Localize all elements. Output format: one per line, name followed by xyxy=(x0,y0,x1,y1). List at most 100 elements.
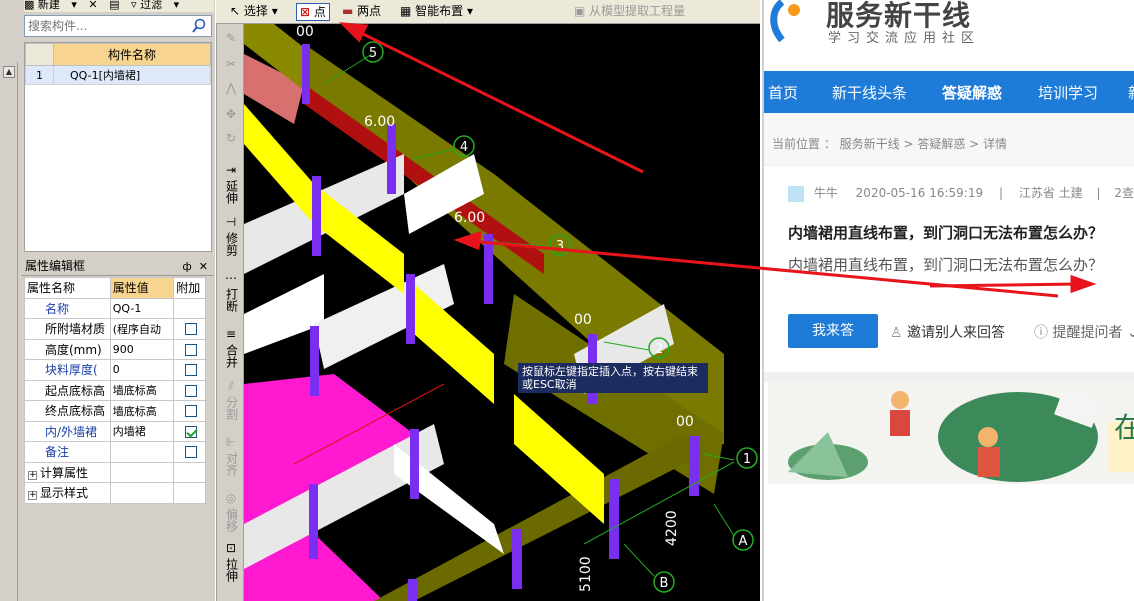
move-icon[interactable]: ✥ xyxy=(220,108,242,121)
property-value[interactable]: 900 xyxy=(109,338,175,360)
extra-checkbox[interactable] xyxy=(184,343,197,356)
property-row[interactable]: 起点底标高 墙底标高 xyxy=(24,379,206,401)
extra-cell xyxy=(173,318,206,340)
two-points-tool[interactable]: ▬ 两点 xyxy=(342,3,381,21)
rotate-icon[interactable]: ↻ xyxy=(220,132,242,145)
group-label[interactable]: + 计算属性 xyxy=(24,461,111,483)
property-row[interactable]: 所附墙材质 (程序自动 xyxy=(24,318,206,340)
dimension-text: 4200 xyxy=(664,510,680,546)
trim-tool[interactable]: ⊣ 修剪 xyxy=(220,216,242,259)
extra-checkbox[interactable] xyxy=(184,446,197,459)
merge-tool[interactable]: ≡ 合并 xyxy=(220,328,242,371)
dim-label: 6.00 xyxy=(454,210,485,226)
property-row[interactable]: 内/外墙裙 内墙裙 xyxy=(24,420,206,442)
align-tool[interactable]: ⊩ 对齐 xyxy=(220,436,242,479)
empty-cell xyxy=(109,461,175,483)
extra-checkbox[interactable] xyxy=(184,384,197,397)
extra-checkbox[interactable] xyxy=(184,364,197,377)
extra-cell xyxy=(173,359,206,381)
offset-tool[interactable]: ◎ 偏移 xyxy=(220,492,242,535)
search-input[interactable] xyxy=(28,17,188,35)
axis-label: 1 xyxy=(743,452,751,467)
axis-label: 2 xyxy=(655,342,663,357)
property-name: 起点底标高 xyxy=(24,379,111,401)
promo-banner[interactable]: 在 xyxy=(768,382,1134,484)
extra-cell xyxy=(173,420,206,442)
stretch-tool[interactable]: ⊡ 拉伸 xyxy=(220,542,242,585)
break-tool[interactable]: ⋯ 打断 xyxy=(220,272,242,315)
copy-icon[interactable]: ▤ xyxy=(109,0,119,11)
nav-qa[interactable]: 答疑解惑 xyxy=(942,82,1002,103)
group-label[interactable]: + 显示样式 xyxy=(24,482,111,504)
group-row-display[interactable]: + 显示样式 xyxy=(24,482,206,504)
property-row[interactable]: 备注 xyxy=(24,441,206,463)
point-tool[interactable]: ⊠ 点 xyxy=(296,3,330,21)
collapse-up-icon[interactable]: ▲ xyxy=(3,66,15,78)
avatar[interactable] xyxy=(788,185,804,202)
extra-checkbox[interactable] xyxy=(184,425,197,438)
property-value[interactable]: QQ-1 xyxy=(109,297,175,319)
brush-icon[interactable]: ✎ xyxy=(220,32,242,45)
scissors-icon[interactable]: ✂ xyxy=(220,58,242,71)
component-name-cell[interactable]: QQ-1[内墙裙] xyxy=(53,65,211,85)
component-search[interactable] xyxy=(24,15,212,37)
property-row[interactable]: 高度(mm) 900 xyxy=(24,338,206,360)
delete-icon[interactable]: ✕ xyxy=(88,0,97,11)
prop-extra-header: 附加 xyxy=(173,277,206,299)
invite-button[interactable]: ♙ 邀请别人来回答 xyxy=(890,322,1005,342)
property-value[interactable]: 墙底标高 xyxy=(109,379,175,401)
pin-icon[interactable]: ф xyxy=(182,260,191,273)
empty-cell xyxy=(109,482,175,504)
new-button[interactable]: ▩ 新建 ▾ xyxy=(24,0,77,11)
close-icon[interactable]: ✕ xyxy=(199,260,208,273)
property-value[interactable] xyxy=(109,441,175,463)
property-row[interactable]: 终点底标高 墙底标高 xyxy=(24,400,206,422)
property-row[interactable]: 名称 QQ-1 xyxy=(24,297,206,319)
extend-tool[interactable]: ⇥ 延伸 xyxy=(220,164,242,207)
filter-button[interactable]: ▿ 过滤 ▾ xyxy=(131,0,179,11)
row-number: 1 xyxy=(25,65,54,85)
expand-icon[interactable]: + xyxy=(28,491,37,501)
screen: ▩ 新建 ▾ ✕ ▤ ▿ 过滤 ▾ ▲ 构件名称 1 QQ-1[内墙裙] 属性编… xyxy=(0,0,1134,601)
logo-icon xyxy=(770,0,800,43)
dim-label: 00 xyxy=(574,312,592,328)
model-viewport[interactable]: 5 4 3 2 1 A B 00 6.00 6.00 00 00 4200 51… xyxy=(244,24,760,601)
nav-training[interactable]: 培训学习 xyxy=(1038,82,1098,103)
extra-checkbox[interactable] xyxy=(184,405,197,418)
smart-layout-tool[interactable]: ▦ 智能布置 ▾ xyxy=(400,3,473,21)
answer-button[interactable]: 我来答 xyxy=(788,314,878,348)
breadcrumb[interactable]: 当前位置 ： 服务新干线 > 答疑解惑 > 详情 xyxy=(772,135,1007,152)
extract-quantity-tool[interactable]: ▣ 从模型提取工程量 xyxy=(574,3,685,21)
post-location: 江苏省 土建 xyxy=(1018,186,1083,200)
nav-home[interactable]: 首页 xyxy=(768,82,798,103)
dim-label: 00 xyxy=(296,24,314,40)
split-tool[interactable]: ⫽ 分割 xyxy=(220,380,242,423)
axis-label: A xyxy=(739,534,748,549)
axis-label: B xyxy=(660,576,669,591)
view-count: 2查 xyxy=(1114,186,1134,200)
nav-more[interactable]: 新 xyxy=(1128,82,1134,103)
nav-headlines[interactable]: 新干线头条 xyxy=(832,82,907,103)
property-value[interactable]: 0 xyxy=(109,359,175,381)
extra-checkbox[interactable] xyxy=(184,323,197,336)
select-tool[interactable]: ↖ 选择 ▾ xyxy=(230,3,278,21)
expand-icon[interactable]: + xyxy=(28,470,37,480)
3d-model-view[interactable]: 5 4 3 2 1 A B 00 6.00 6.00 00 00 4200 51… xyxy=(244,24,760,601)
table-row[interactable]: 1 QQ-1[内墙裙] xyxy=(25,65,211,85)
property-value[interactable]: 墙底标高 xyxy=(109,400,175,422)
property-name: 块料厚度( xyxy=(24,359,111,381)
extra-cell xyxy=(173,441,206,463)
command-tooltip: 按鼠标左键指定插入点，按右键结束或ESC取消 xyxy=(518,363,708,393)
property-name: 高度(mm) xyxy=(24,338,111,360)
mirror-icon[interactable]: ⋀ xyxy=(220,82,242,95)
group-row-calc[interactable]: + 计算属性 xyxy=(24,461,206,483)
remind-button[interactable]: ⓘ 提醒提问者 ⌄ xyxy=(1034,322,1134,342)
property-value[interactable]: (程序自动 xyxy=(109,318,175,340)
property-value[interactable]: 内墙裙 xyxy=(109,420,175,442)
property-name: 所附墙材质 xyxy=(24,318,111,340)
row-num-header xyxy=(25,43,54,66)
search-icon[interactable] xyxy=(191,18,207,34)
property-row[interactable]: 块料厚度(0 xyxy=(24,359,206,381)
author-name[interactable]: 牛牛 xyxy=(814,186,838,200)
pane-controls: ф ✕ xyxy=(182,258,208,275)
